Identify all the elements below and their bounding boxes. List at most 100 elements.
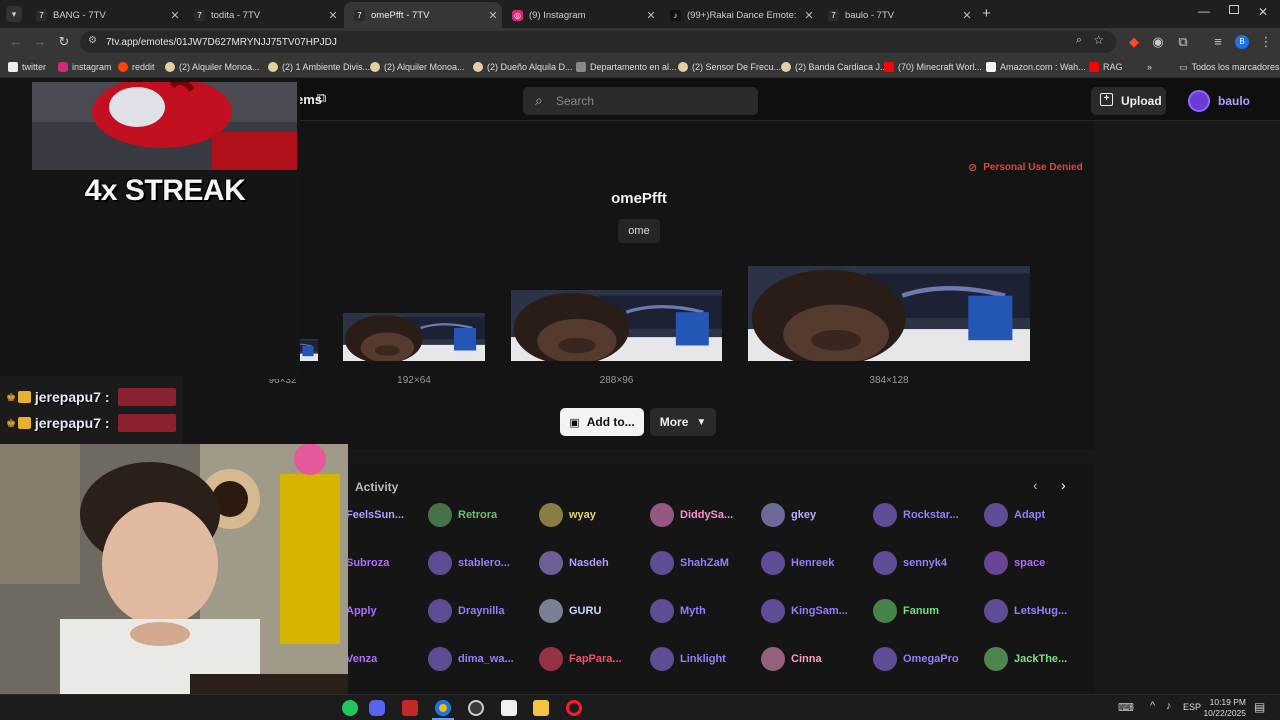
activity-user[interactable]: Cinna	[761, 647, 822, 671]
bookmark-star-icon[interactable]: ☆	[1093, 33, 1104, 47]
activity-user[interactable]: dima_wa...	[428, 647, 514, 671]
bookmark-label: Amazon.com : Wah...	[1000, 62, 1086, 72]
close-icon[interactable]: ✕	[166, 9, 184, 22]
bookmark-item[interactable]: Departamento en al...	[576, 60, 677, 74]
discord-icon[interactable]	[369, 700, 385, 716]
notification-icon[interactable]: ▤	[1254, 700, 1265, 714]
close-icon[interactable]: ✕	[484, 9, 502, 22]
activity-user[interactable]: Retrora	[428, 503, 497, 527]
chevron-up-icon[interactable]: ^	[1150, 700, 1155, 712]
activity-user[interactable]: KingSam...	[761, 599, 848, 623]
activity-user[interactable]: sennyk4	[873, 551, 947, 575]
back-icon[interactable]: ←	[8, 34, 24, 50]
all-bookmarks-folder[interactable]: ▭ Todos los marcadores	[1179, 60, 1280, 74]
activity-user[interactable]: Rockstar...	[873, 503, 959, 527]
close-icon[interactable]: ✕	[642, 9, 660, 22]
tab-2[interactable]: 7 todita - 7TV ✕	[184, 2, 342, 28]
activity-user[interactable]: stablero...	[428, 551, 510, 575]
speaker-icon[interactable]: ♪	[1166, 700, 1172, 712]
bookmark-item[interactable]: instagram	[58, 60, 112, 74]
app-icon[interactable]	[501, 700, 517, 716]
avatar	[984, 551, 1008, 575]
search-input[interactable]: ⌕ Search	[523, 87, 758, 115]
bookmark-item[interactable]: RAG	[1089, 60, 1123, 74]
activity-user[interactable]: GURU	[539, 599, 601, 623]
minimize-icon[interactable]: —	[1198, 4, 1210, 18]
file-explorer-icon[interactable]	[533, 700, 549, 716]
activity-user[interactable]: DiddySa...	[650, 503, 733, 527]
bookmark-item[interactable]: (2) Dueño Alquila D...	[473, 60, 573, 74]
tab-5[interactable]: ♪ (99+)Rakai Dance Emote: Disco ✕	[660, 2, 818, 28]
avatar	[428, 647, 452, 671]
bookmark-item[interactable]: (2) Alquiler Monoa...	[165, 60, 260, 74]
more-bookmarks-icon[interactable]: »	[1147, 60, 1152, 74]
activity-user[interactable]: ShahZaM	[650, 551, 729, 575]
bookmark-item[interactable]: (2) Sensor De Frecu...	[678, 60, 781, 74]
upload-button[interactable]: + Upload	[1091, 87, 1166, 115]
menu-kebab-icon[interactable]: ⋮	[1258, 34, 1274, 50]
activity-user[interactable]: Fanum	[873, 599, 939, 623]
chevron-right-icon[interactable]: ›	[1061, 477, 1066, 493]
keyboard-icon[interactable]: ⌨	[1118, 701, 1134, 714]
more-button[interactable]: More ▼	[650, 408, 716, 436]
extensions-puzzle-icon[interactable]: ⧉	[1175, 34, 1191, 50]
activity-user[interactable]: LetsHug...	[984, 599, 1067, 623]
activity-user[interactable]: Adapt	[984, 503, 1045, 527]
close-icon[interactable]: ✕	[958, 9, 976, 22]
chrome-icon[interactable]	[435, 700, 451, 716]
close-window-icon[interactable]: ✕	[1258, 5, 1268, 19]
user-menu[interactable]: baulo	[1188, 89, 1250, 113]
activity-user[interactable]: FeelsSun...	[346, 503, 404, 527]
bookmark-item[interactable]: Amazon.com : Wah...	[986, 60, 1086, 74]
steam-icon[interactable]	[468, 700, 484, 716]
address-bar[interactable]: ⚙ 7tv.app/emotes/01JW7D627MRYNJJ75TV07HP…	[80, 31, 1116, 53]
activity-user[interactable]: Myth	[650, 599, 706, 623]
add-to-button[interactable]: ▣ Add to...	[560, 408, 644, 436]
clock[interactable]: 10:19 PM 10/22/2025	[1200, 697, 1246, 719]
bookmark-item[interactable]: twitter	[8, 60, 46, 74]
close-icon[interactable]: ✕	[324, 9, 342, 22]
media-control-icon[interactable]: ≡	[1210, 34, 1226, 50]
extension-icon[interactable]: ◆	[1126, 34, 1142, 50]
app-icon[interactable]	[402, 700, 418, 716]
close-icon[interactable]: ✕	[800, 9, 818, 22]
extension-icon[interactable]: ◉	[1150, 34, 1166, 50]
tab-search-icon[interactable]: ▾	[6, 6, 22, 22]
activity-username: JackThe...	[1014, 653, 1068, 665]
bookmark-item[interactable]: (2) Alquiler Monoa...	[370, 60, 465, 74]
activity-user[interactable]: Apply	[346, 599, 377, 623]
reload-icon[interactable]: ↻	[56, 34, 72, 50]
tab-3-active[interactable]: 7 omePfft - 7TV ✕	[344, 2, 502, 28]
spotify-icon[interactable]	[342, 700, 358, 716]
tab-4[interactable]: ◎ (9) Instagram ✕	[502, 2, 660, 28]
profile-avatar[interactable]: B	[1235, 35, 1249, 49]
activity-user[interactable]: JackThe...	[984, 647, 1067, 671]
chevron-left-icon[interactable]: ‹	[1033, 477, 1038, 493]
activity-user[interactable]: FapPara...	[539, 647, 622, 671]
activity-user[interactable]: Henreek	[761, 551, 834, 575]
site-info-icon[interactable]: ⚙	[88, 35, 97, 46]
tab-1[interactable]: 7 BANG - 7TV ✕	[26, 2, 184, 28]
zoom-icon[interactable]: ⌕	[1076, 34, 1082, 47]
bookmark-item[interactable]: (2) 1 Ambiente Divis...	[268, 60, 370, 74]
restore-icon[interactable]	[1229, 5, 1239, 14]
activity-user[interactable]: wyay	[539, 503, 596, 527]
bookmark-item[interactable]: (2) Banda Cardiaca J...	[781, 60, 888, 74]
bookmark-item[interactable]: reddit	[118, 60, 155, 74]
activity-user[interactable]: Linklight	[650, 647, 726, 671]
activity-user[interactable]: Subroza	[346, 551, 389, 575]
forward-icon[interactable]: →	[32, 34, 48, 50]
tab-title: todita - 7TV	[211, 9, 261, 21]
bookmark-item[interactable]: (70) Minecraft Worl...	[884, 60, 982, 74]
activity-user[interactable]: Venza	[346, 647, 377, 671]
tab-6[interactable]: 7 baulo - 7TV ✕	[818, 2, 976, 28]
activity-user[interactable]: Draynilla	[428, 599, 504, 623]
new-tab-icon[interactable]: +	[982, 5, 991, 22]
activity-user[interactable]: space	[984, 551, 1045, 575]
language-indicator[interactable]: ESP	[1183, 702, 1201, 712]
emote-tag[interactable]: ome	[618, 219, 660, 243]
opera-icon[interactable]	[566, 700, 582, 716]
activity-user[interactable]: gkey	[761, 503, 816, 527]
activity-user[interactable]: OmegaPro	[873, 647, 959, 671]
activity-user[interactable]: Nasdeh	[539, 551, 609, 575]
